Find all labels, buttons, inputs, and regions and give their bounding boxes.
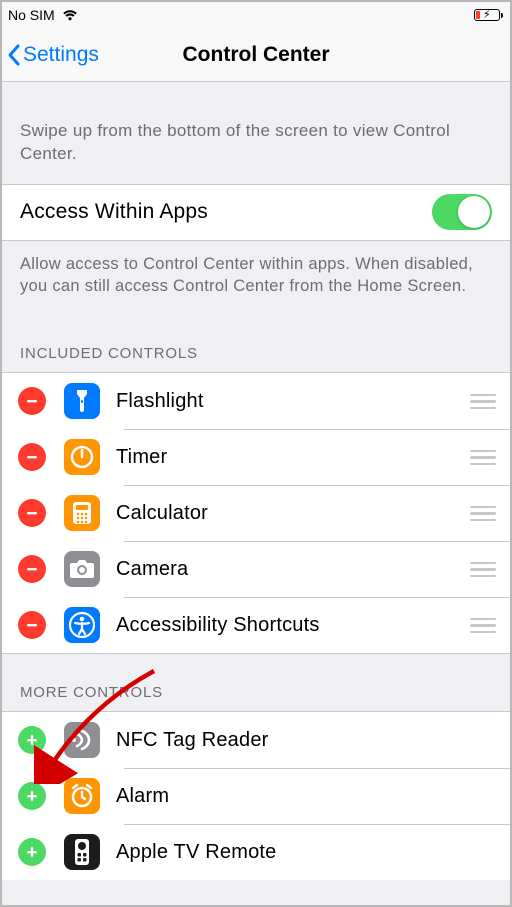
flashlight-icon: [64, 383, 100, 419]
carrier-text: No SIM: [8, 7, 55, 23]
status-bar: No SIM ⚡︎: [2, 2, 510, 28]
reorder-handle[interactable]: [460, 444, 496, 472]
control-label: Flashlight: [116, 390, 204, 413]
included-row-accessibility[interactable]: Accessibility Shortcuts: [2, 597, 510, 653]
control-label: Alarm: [116, 785, 169, 808]
control-label: NFC Tag Reader: [116, 729, 269, 752]
more-controls-header: MORE CONTROLS: [2, 654, 510, 711]
more-row-remote[interactable]: Apple TV Remote: [2, 824, 510, 880]
add-button[interactable]: [18, 838, 46, 866]
back-chevron-icon: [6, 43, 22, 67]
reorder-handle[interactable]: [460, 388, 496, 416]
nfc-icon: [64, 722, 100, 758]
control-label: Apple TV Remote: [116, 841, 277, 864]
reorder-handle[interactable]: [460, 612, 496, 640]
nav-bar: Settings Control Center: [2, 28, 510, 82]
included-controls-header: INCLUDED CONTROLS: [2, 297, 510, 372]
timer-icon: [64, 439, 100, 475]
control-label: Calculator: [116, 502, 208, 525]
more-row-alarm[interactable]: Alarm: [2, 768, 510, 824]
remove-button[interactable]: [18, 611, 46, 639]
access-within-apps-row[interactable]: Access Within Apps: [2, 185, 510, 240]
control-label: Accessibility Shortcuts: [116, 614, 320, 637]
remove-button[interactable]: [18, 443, 46, 471]
add-button[interactable]: [18, 782, 46, 810]
alarm-icon: [64, 778, 100, 814]
included-row-timer[interactable]: Timer: [2, 429, 510, 485]
access-footer-text: Allow access to Control Center within ap…: [2, 241, 510, 298]
remove-button[interactable]: [18, 499, 46, 527]
included-controls-list: Flashlight Timer Calculator Camera Accessibi…: [2, 372, 510, 654]
remove-button[interactable]: [18, 555, 46, 583]
calculator-icon: [64, 495, 100, 531]
access-within-apps-group: Access Within Apps: [2, 184, 510, 241]
included-row-flashlight[interactable]: Flashlight: [2, 373, 510, 429]
wifi-icon: [61, 8, 79, 21]
camera-icon: [64, 551, 100, 587]
included-row-camera[interactable]: Camera: [2, 541, 510, 597]
add-button[interactable]: [18, 726, 46, 754]
remove-button[interactable]: [18, 387, 46, 415]
intro-help-text: Swipe up from the bottom of the screen t…: [2, 82, 510, 184]
reorder-handle[interactable]: [460, 500, 496, 528]
back-label: Settings: [23, 43, 99, 67]
control-label: Camera: [116, 558, 188, 581]
access-toggle[interactable]: [432, 194, 492, 230]
more-row-nfc[interactable]: NFC Tag Reader: [2, 712, 510, 768]
included-row-calculator[interactable]: Calculator: [2, 485, 510, 541]
remote-icon: [64, 834, 100, 870]
control-label: Timer: [116, 446, 167, 469]
more-controls-list: NFC Tag Reader Alarm Apple TV Remote: [2, 711, 510, 880]
access-label: Access Within Apps: [20, 200, 208, 224]
accessibility-icon: [64, 607, 100, 643]
reorder-handle[interactable]: [460, 556, 496, 584]
back-button[interactable]: Settings: [6, 28, 99, 81]
battery-icon: ⚡︎: [474, 9, 500, 21]
page-title: Control Center: [183, 43, 330, 67]
